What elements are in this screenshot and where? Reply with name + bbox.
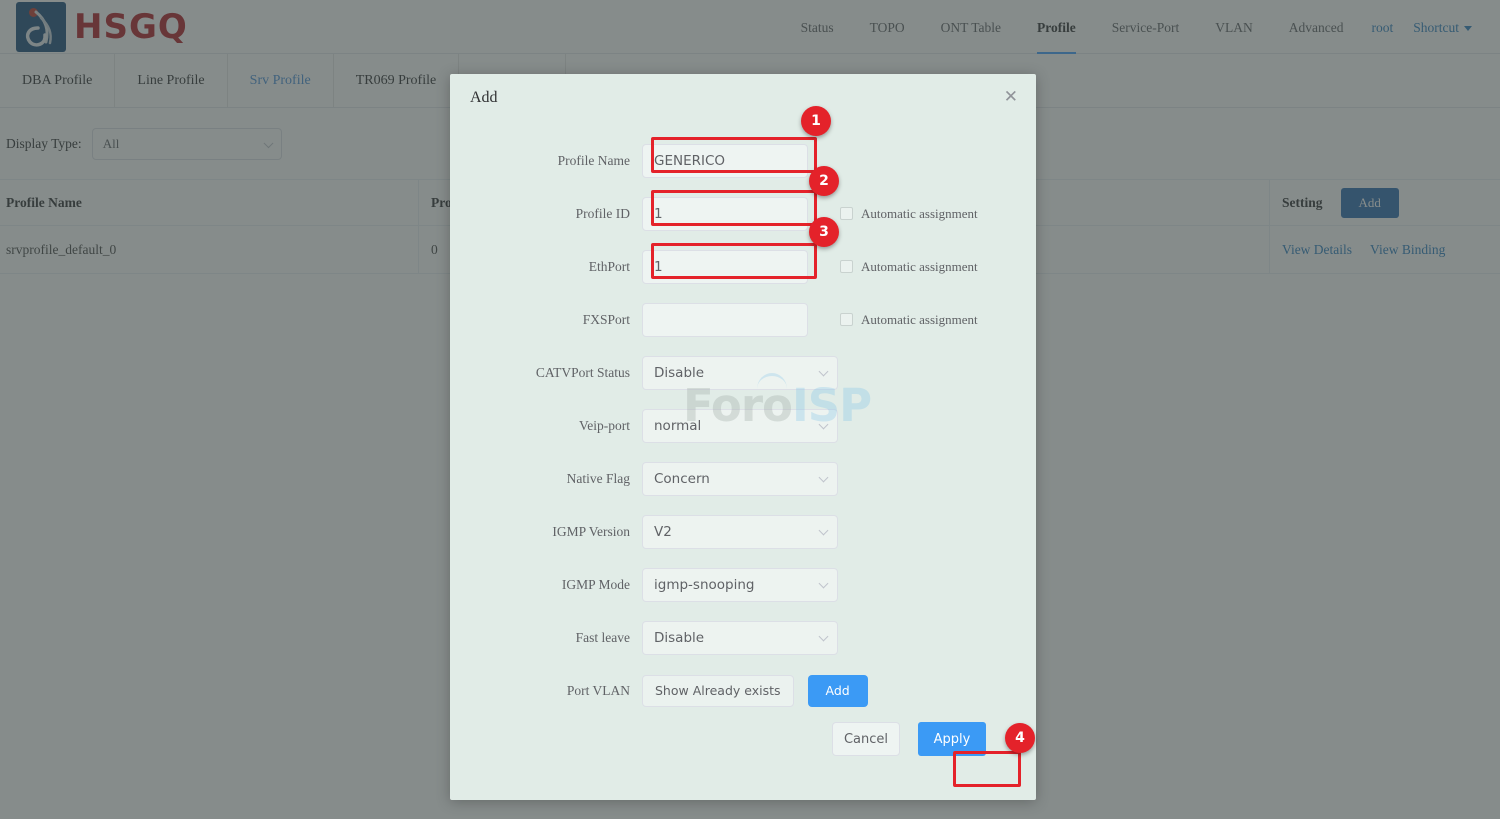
catvport-status-select[interactable]: Disable bbox=[642, 355, 838, 390]
field-row-profile-id: Profile ID 1 Automatic assignment bbox=[450, 187, 1036, 240]
profile-id-input[interactable]: 1 bbox=[642, 196, 808, 231]
cancel-button[interactable]: Cancel bbox=[832, 722, 900, 756]
close-icon[interactable]: ✕ bbox=[1004, 88, 1018, 105]
igmp-mode-value: igmp-snooping bbox=[654, 576, 755, 593]
fast-leave-value: Disable bbox=[654, 629, 705, 646]
native-flag-label: Native Flag bbox=[566, 470, 630, 486]
chevron-down-icon bbox=[818, 419, 829, 429]
catvport-status-value: Disable bbox=[654, 364, 705, 381]
chevron-down-icon bbox=[818, 525, 829, 535]
field-row-igmp-mode: IGMP Mode igmp-snooping bbox=[450, 558, 1036, 611]
fxsport-auto-assign[interactable]: Automatic assignment bbox=[840, 312, 978, 328]
field-row-native-flag: Native Flag Concern bbox=[450, 452, 1036, 505]
dialog-body: Profile Name GENERICO Profile ID 1 Autom… bbox=[450, 122, 1036, 717]
fxsport-input[interactable] bbox=[642, 302, 808, 337]
ethport-auto-assign[interactable]: Automatic assignment bbox=[840, 259, 978, 275]
profile-id-label: Profile ID bbox=[575, 205, 630, 221]
field-row-fxsport: FXSPort Automatic assignment bbox=[450, 293, 1036, 346]
igmp-mode-label: IGMP Mode bbox=[561, 576, 630, 592]
chevron-down-icon bbox=[818, 472, 829, 482]
veip-port-value: normal bbox=[654, 417, 702, 434]
fxsport-label: FXSPort bbox=[582, 311, 630, 327]
checkbox-icon[interactable] bbox=[840, 207, 853, 220]
field-row-fast-leave: Fast leave Disable bbox=[450, 611, 1036, 664]
igmp-version-value: V2 bbox=[654, 523, 672, 540]
ethport-label: EthPort bbox=[588, 258, 630, 274]
chevron-down-icon bbox=[818, 631, 829, 641]
dialog-title: Add bbox=[470, 89, 498, 106]
chevron-down-icon bbox=[818, 366, 829, 376]
igmp-version-label: IGMP Version bbox=[552, 523, 630, 539]
dialog-footer: Cancel Apply bbox=[450, 696, 1036, 800]
apply-button[interactable]: Apply bbox=[918, 722, 986, 756]
profile-id-auto-assign[interactable]: Automatic assignment bbox=[840, 206, 978, 222]
catvport-status-label: CATVPort Status bbox=[535, 364, 630, 380]
profile-name-input[interactable]: GENERICO bbox=[642, 143, 808, 178]
field-row-veip-port: Veip-port normal bbox=[450, 399, 1036, 452]
native-flag-value: Concern bbox=[654, 470, 710, 487]
igmp-version-select[interactable]: V2 bbox=[642, 514, 838, 549]
fast-leave-label: Fast leave bbox=[575, 629, 630, 645]
native-flag-select[interactable]: Concern bbox=[642, 461, 838, 496]
field-row-igmp-version: IGMP Version V2 bbox=[450, 505, 1036, 558]
chevron-down-icon bbox=[818, 578, 829, 588]
ethport-auto-assign-label: Automatic assignment bbox=[861, 258, 978, 274]
checkbox-icon[interactable] bbox=[840, 313, 853, 326]
ethport-input[interactable]: 1 bbox=[642, 249, 808, 284]
veip-port-select[interactable]: normal bbox=[642, 408, 838, 443]
profile-id-auto-assign-label: Automatic assignment bbox=[861, 205, 978, 221]
field-row-catvport-status: CATVPort Status Disable bbox=[450, 346, 1036, 399]
profile-name-label: Profile Name bbox=[557, 152, 630, 168]
fxsport-auto-assign-label: Automatic assignment bbox=[861, 311, 978, 327]
add-srv-profile-dialog: Add ✕ Profile Name GENERICO Profile ID 1… bbox=[450, 74, 1036, 800]
field-row-ethport: EthPort 1 Automatic assignment bbox=[450, 240, 1036, 293]
checkbox-icon[interactable] bbox=[840, 260, 853, 273]
field-row-profile-name: Profile Name GENERICO bbox=[450, 134, 1036, 187]
dialog-header: Add ✕ bbox=[450, 74, 1036, 122]
igmp-mode-select[interactable]: igmp-snooping bbox=[642, 567, 838, 602]
veip-port-label: Veip-port bbox=[579, 417, 630, 433]
fast-leave-select[interactable]: Disable bbox=[642, 620, 838, 655]
